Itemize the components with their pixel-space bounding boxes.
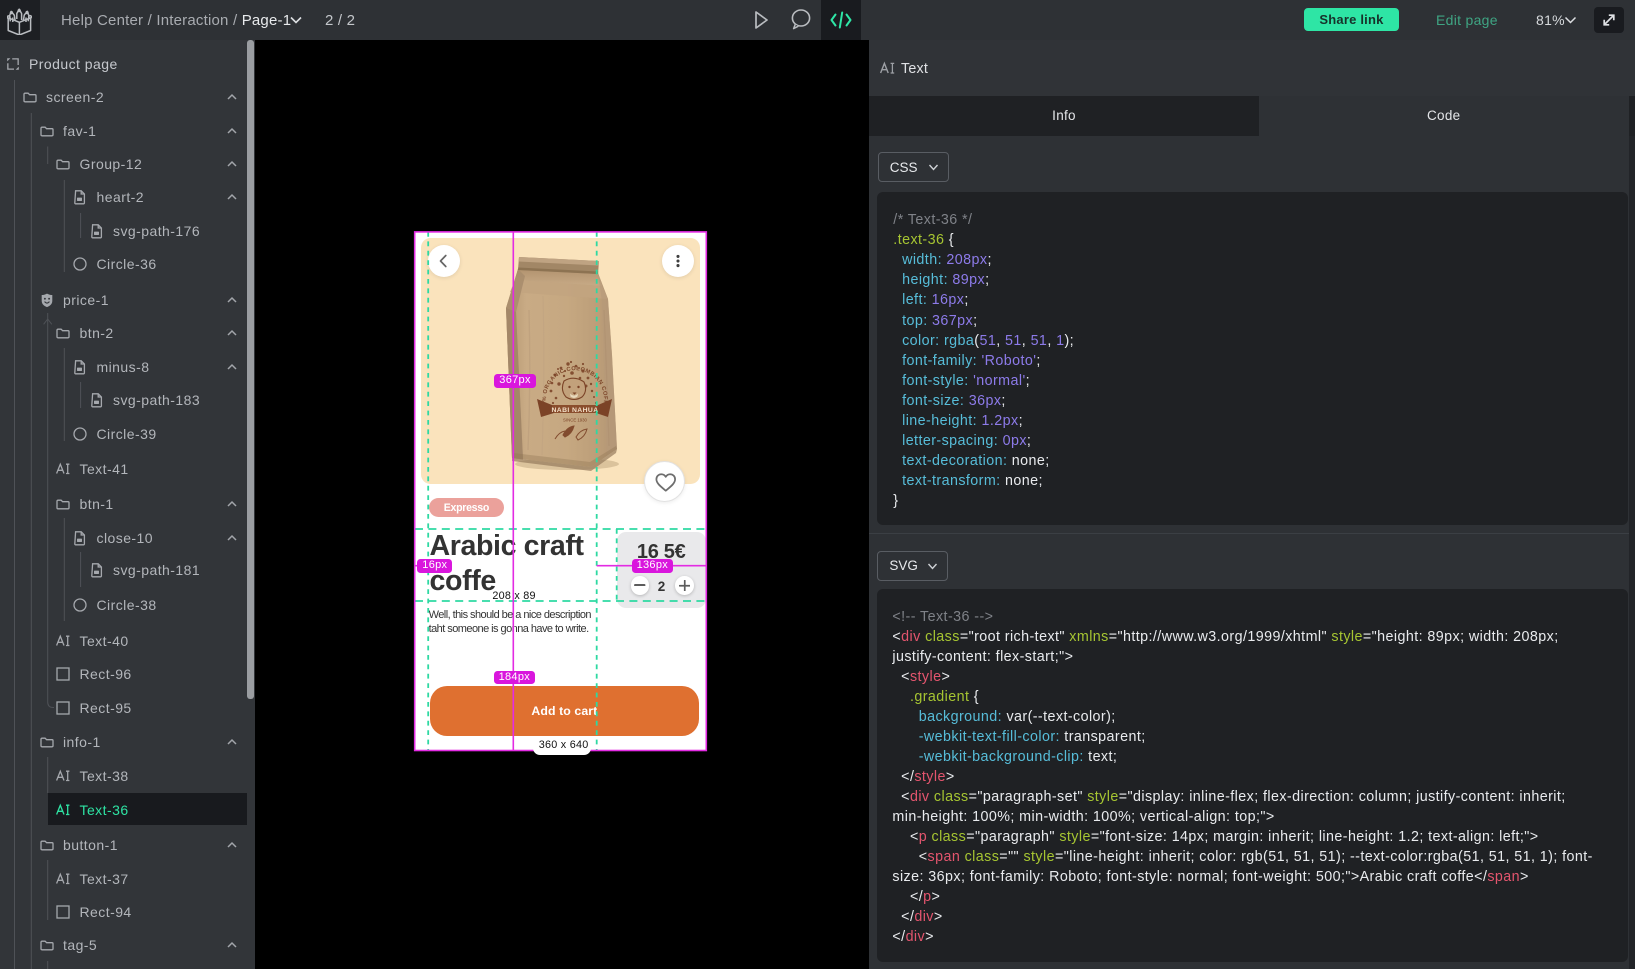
svg-text:NABI NAHUA: NABI NAHUA (551, 407, 598, 414)
svg-text:SINCE 1930: SINCE 1930 (563, 418, 587, 423)
